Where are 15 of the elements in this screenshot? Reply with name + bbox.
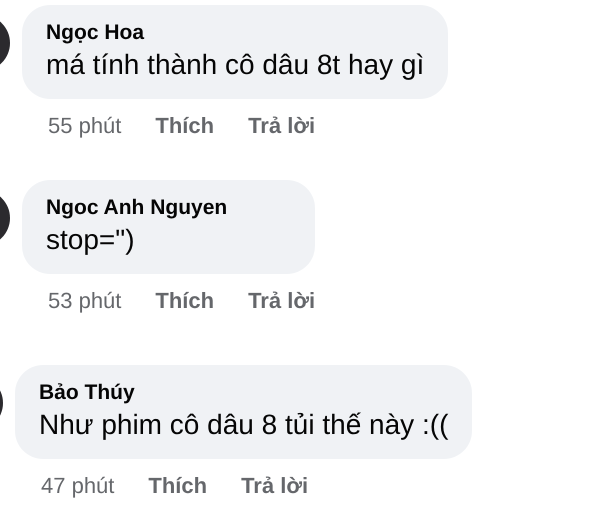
comment-text: stop=") — [46, 223, 136, 257]
comment-text: má tính thành cô dâu 8t hay gì — [46, 48, 424, 82]
timestamp[interactable]: 47 phút — [41, 469, 114, 502]
author-name[interactable]: Bảo Thúy — [39, 379, 448, 407]
timestamp[interactable]: 55 phút — [48, 109, 122, 142]
comment-text: Như phim cô dâu 8 tủi thế này :(( — [39, 408, 448, 442]
reply-link[interactable]: Trả lời — [241, 469, 308, 502]
reply-link[interactable]: Trả lời — [248, 284, 316, 317]
like-link[interactable]: Thích — [155, 109, 214, 142]
reply-link[interactable]: Trả lời — [248, 109, 316, 142]
like-link[interactable]: Thích — [155, 284, 214, 317]
like-link[interactable]: Thích — [148, 469, 208, 502]
author-name[interactable]: Ngọc Hoa — [46, 19, 424, 47]
timestamp[interactable]: 53 phút — [48, 284, 122, 317]
author-name[interactable]: Ngoc Anh Nguyen — [46, 194, 292, 222]
